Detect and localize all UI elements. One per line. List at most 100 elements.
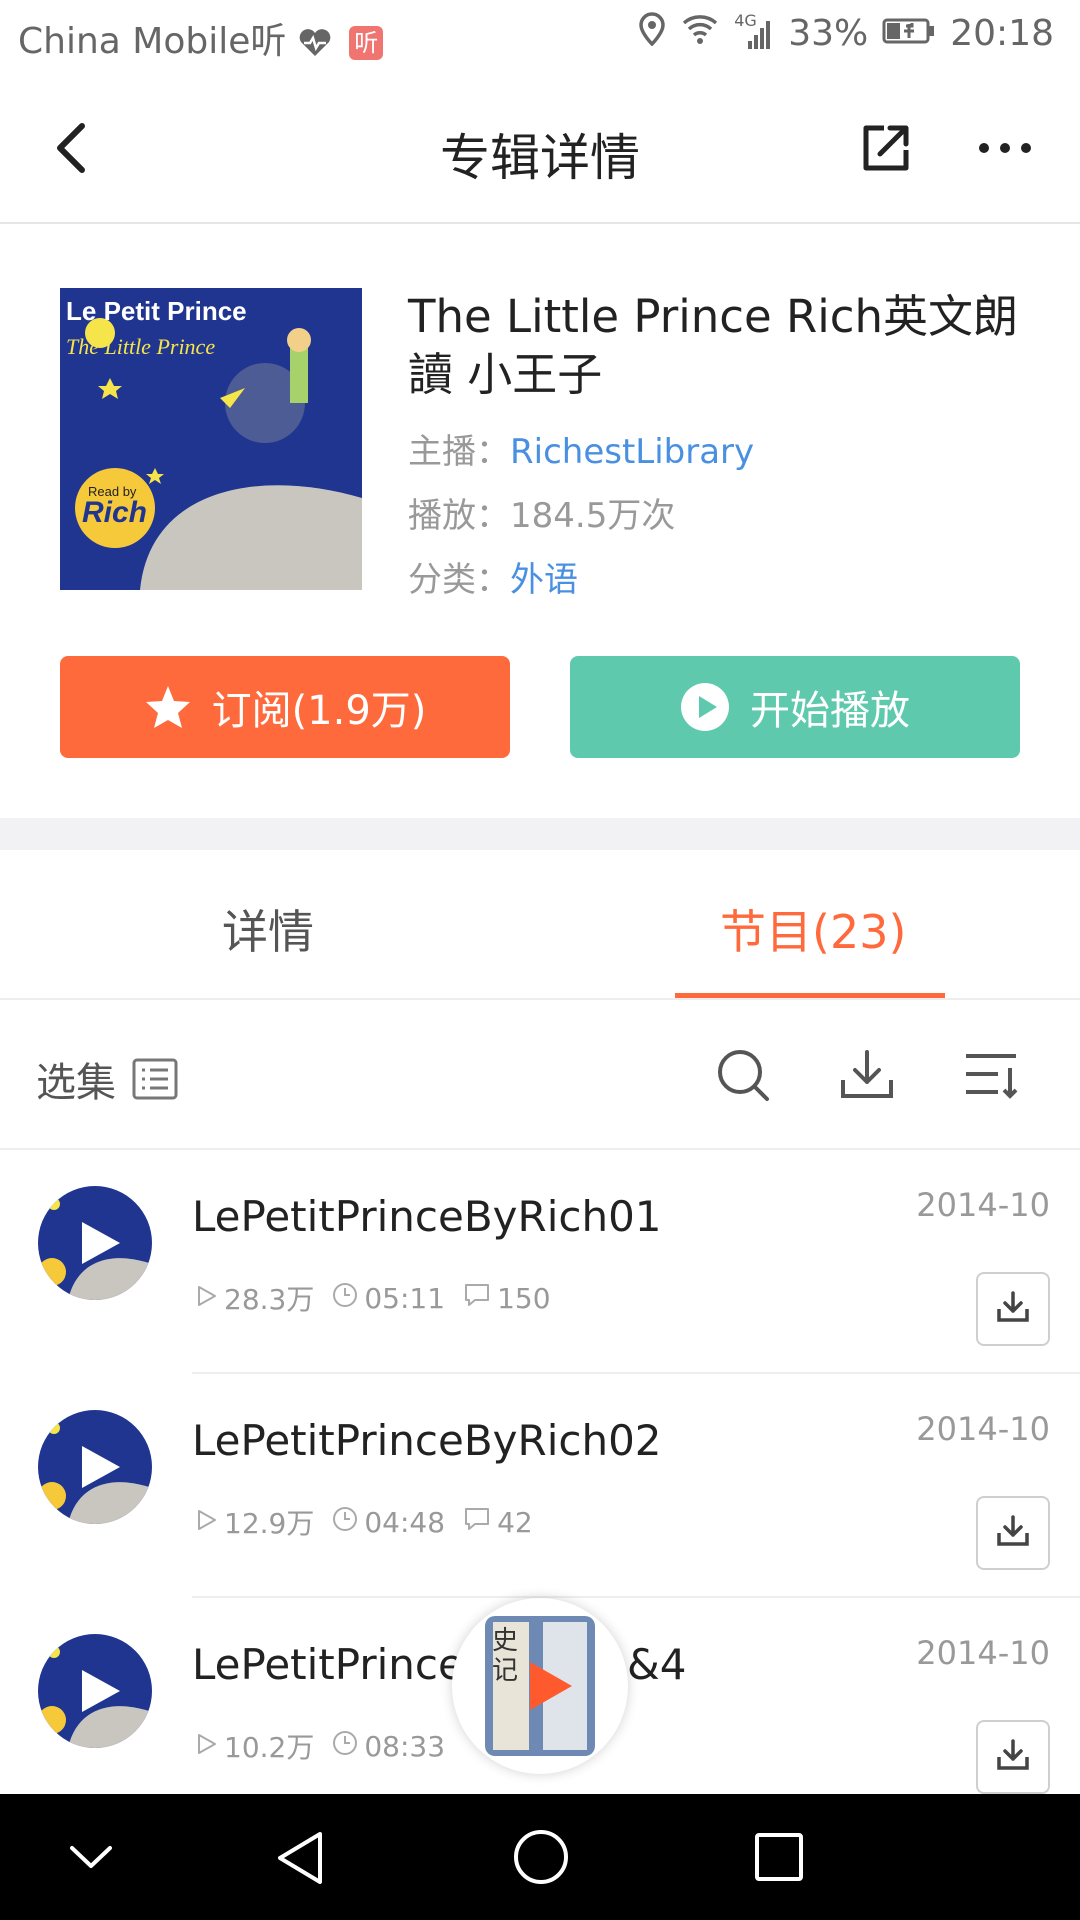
sort-icon bbox=[966, 1054, 1018, 1099]
episode-plays: 10.2万 bbox=[224, 1731, 315, 1764]
plays-value: 184.5万次 bbox=[510, 496, 676, 536]
chevron-down-icon bbox=[70, 1846, 112, 1868]
episode-stats: 10.2万 08:33 bbox=[194, 1726, 445, 1766]
tab-detail[interactable]: 详情 bbox=[222, 896, 314, 962]
start-play-button[interactable]: 开始播放 bbox=[570, 656, 1020, 758]
episode-thumbnail[interactable] bbox=[38, 1410, 152, 1524]
album-cover[interactable]: Le Petit Prince The Little Prince Read b… bbox=[60, 288, 362, 590]
episode-title-text: LePetitPrinceByRich02 bbox=[192, 1416, 662, 1465]
episode-title[interactable]: LePetitPrinceByRich01 bbox=[192, 1192, 662, 1241]
app-header: 专辑详情 bbox=[0, 72, 1080, 224]
episode-title-text: LePetitPrince bbox=[192, 1640, 464, 1689]
episode-title-text: LePetitPrinceByRich01 bbox=[192, 1192, 662, 1241]
select-label: 选集 bbox=[36, 1060, 116, 1106]
episode-title-suffix: &4 bbox=[627, 1640, 687, 1689]
episode-select-button[interactable]: 选集 bbox=[36, 1050, 178, 1108]
clock-icon bbox=[332, 1730, 358, 1763]
status-bar: China Mobile听 听 4G 33% 20:18 bbox=[0, 0, 1080, 72]
episode-comments: 150 bbox=[497, 1281, 551, 1315]
more-button[interactable] bbox=[974, 128, 1044, 168]
host-label: 主播： bbox=[408, 432, 510, 472]
download-icon bbox=[996, 1515, 1030, 1551]
system-nav-bar bbox=[0, 1794, 1080, 1920]
clock-icon bbox=[332, 1506, 358, 1539]
category-link[interactable]: 外语 bbox=[510, 560, 578, 600]
album-host-row: 主播：RichestLibrary bbox=[408, 424, 754, 473]
comment-icon bbox=[463, 1282, 491, 1315]
subscribe-button[interactable]: 订阅(1.9万) bbox=[60, 656, 510, 758]
play-triangle-icon bbox=[530, 1662, 572, 1710]
episode-download-button[interactable] bbox=[976, 1496, 1050, 1570]
host-link[interactable]: RichestLibrary bbox=[510, 432, 754, 472]
episode-date: 2014-10 bbox=[916, 1410, 1050, 1448]
section-divider bbox=[0, 818, 1080, 850]
duration-stat: 08:33 bbox=[332, 1730, 445, 1763]
share-button[interactable] bbox=[856, 118, 916, 178]
app-badge-icon: 听 bbox=[349, 26, 384, 60]
episode-stats: 28.3万 05:11 150 bbox=[194, 1278, 551, 1318]
play-count-icon bbox=[194, 1282, 218, 1315]
cover-subtitle-text: The Little Prince bbox=[66, 334, 216, 359]
battery-charging-icon bbox=[882, 13, 936, 54]
download-icon bbox=[996, 1291, 1030, 1327]
play-count-icon bbox=[194, 1506, 218, 1539]
nav-back-triangle-icon bbox=[278, 1832, 322, 1884]
cover-badge-big: Rich bbox=[82, 496, 148, 529]
episode-duration: 04:48 bbox=[364, 1505, 446, 1539]
location-icon bbox=[638, 12, 666, 55]
star-icon bbox=[145, 686, 190, 728]
carrier-text: China Mobile听 bbox=[18, 21, 287, 62]
plays-stat: 12.9万 bbox=[194, 1502, 314, 1542]
album-title: The Little Prince Rich英文朗讀 小王子 bbox=[408, 290, 1018, 401]
episode-download-button[interactable] bbox=[976, 1720, 1050, 1794]
episode-plays: 28.3万 bbox=[224, 1283, 315, 1316]
plays-stat: 28.3万 bbox=[194, 1278, 314, 1318]
comments-stat: 42 bbox=[463, 1506, 533, 1539]
episode-title[interactable]: LePetitPrince &4 bbox=[192, 1640, 686, 1689]
plays-stat: 10.2万 bbox=[194, 1726, 314, 1766]
episode-row[interactable]: LePetitPrinceByRich01 2014-10 28.3万 05:11 15… bbox=[0, 1150, 1080, 1374]
search-button[interactable] bbox=[716, 1048, 770, 1102]
episode-date: 2014-10 bbox=[916, 1634, 1050, 1672]
episode-title[interactable]: LePetitPrinceByRich02 bbox=[192, 1416, 662, 1465]
status-right: 4G 33% 20:18 bbox=[638, 11, 1054, 55]
status-carrier: China Mobile听 听 bbox=[18, 12, 384, 64]
nav-recents-button[interactable] bbox=[754, 1832, 804, 1882]
battery-percent: 33% bbox=[788, 13, 869, 54]
episode-thumbnail[interactable] bbox=[38, 1634, 152, 1748]
page-title: 专辑详情 bbox=[440, 129, 640, 187]
plays-label: 播放： bbox=[408, 496, 510, 536]
category-label: 分类： bbox=[408, 560, 510, 600]
nav-back-button[interactable] bbox=[274, 1830, 326, 1886]
episode-row[interactable]: LePetitPrinceByRich02 2014-10 12.9万 04:48 42 bbox=[0, 1374, 1080, 1598]
episode-duration: 05:11 bbox=[364, 1281, 446, 1315]
episode-plays: 12.9万 bbox=[224, 1507, 315, 1540]
tabs-divider bbox=[0, 998, 1080, 1000]
cell-signal-icon: 4G bbox=[734, 11, 774, 51]
download-icon bbox=[841, 1050, 893, 1098]
nav-collapse-button[interactable] bbox=[66, 1840, 116, 1874]
batch-download-button[interactable] bbox=[840, 1050, 894, 1100]
cover-title-text: Le Petit Prince bbox=[66, 296, 247, 326]
play-count-icon bbox=[194, 1730, 218, 1763]
episode-date: 2014-10 bbox=[916, 1186, 1050, 1224]
floating-player-button[interactable]: 史记 bbox=[452, 1598, 628, 1774]
sort-button[interactable] bbox=[964, 1052, 1020, 1100]
duration-stat: 05:11 bbox=[332, 1282, 445, 1315]
nav-home-button[interactable] bbox=[512, 1828, 570, 1886]
subscribe-label: 订阅(1.9万) bbox=[211, 688, 427, 734]
episode-stats: 12.9万 04:48 42 bbox=[194, 1502, 533, 1542]
episode-download-button[interactable] bbox=[976, 1272, 1050, 1346]
clock-icon bbox=[332, 1282, 358, 1315]
album-category-row: 分类：外语 bbox=[408, 552, 578, 601]
share-external-icon bbox=[863, 125, 909, 171]
wifi-icon bbox=[680, 13, 720, 54]
episode-duration: 08:33 bbox=[364, 1729, 446, 1763]
episode-thumbnail[interactable] bbox=[38, 1186, 152, 1300]
start-play-label: 开始播放 bbox=[750, 688, 910, 734]
download-icon bbox=[996, 1739, 1030, 1775]
tab-episodes[interactable]: 节目(23) bbox=[720, 896, 906, 962]
duration-stat: 04:48 bbox=[332, 1506, 445, 1539]
list-icon bbox=[132, 1058, 178, 1100]
nav-home-circle-icon bbox=[514, 1830, 568, 1884]
